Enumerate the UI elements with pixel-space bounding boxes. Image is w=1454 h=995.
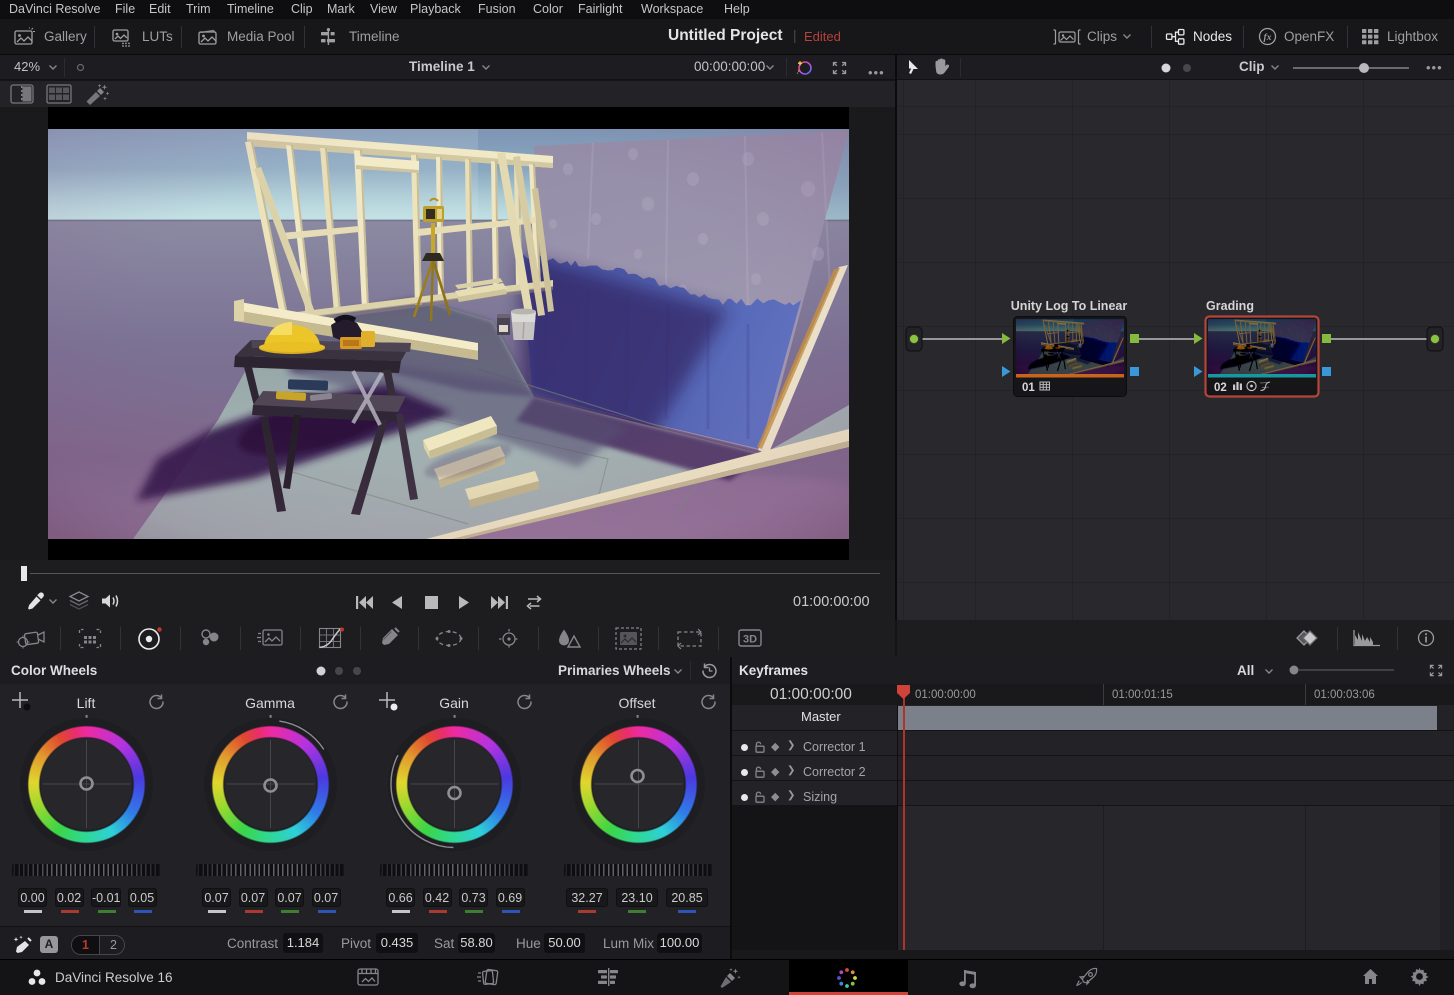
svg-text:Unity Log To Linear: Unity Log To Linear	[1011, 299, 1128, 313]
svg-text:01: 01	[1022, 382, 1035, 394]
svg-text:Grading: Grading	[1206, 299, 1254, 313]
svg-text:02: 02	[1214, 382, 1227, 394]
svg-text:3D: 3D	[743, 634, 757, 646]
svg-text:fx: fx	[1264, 33, 1272, 43]
